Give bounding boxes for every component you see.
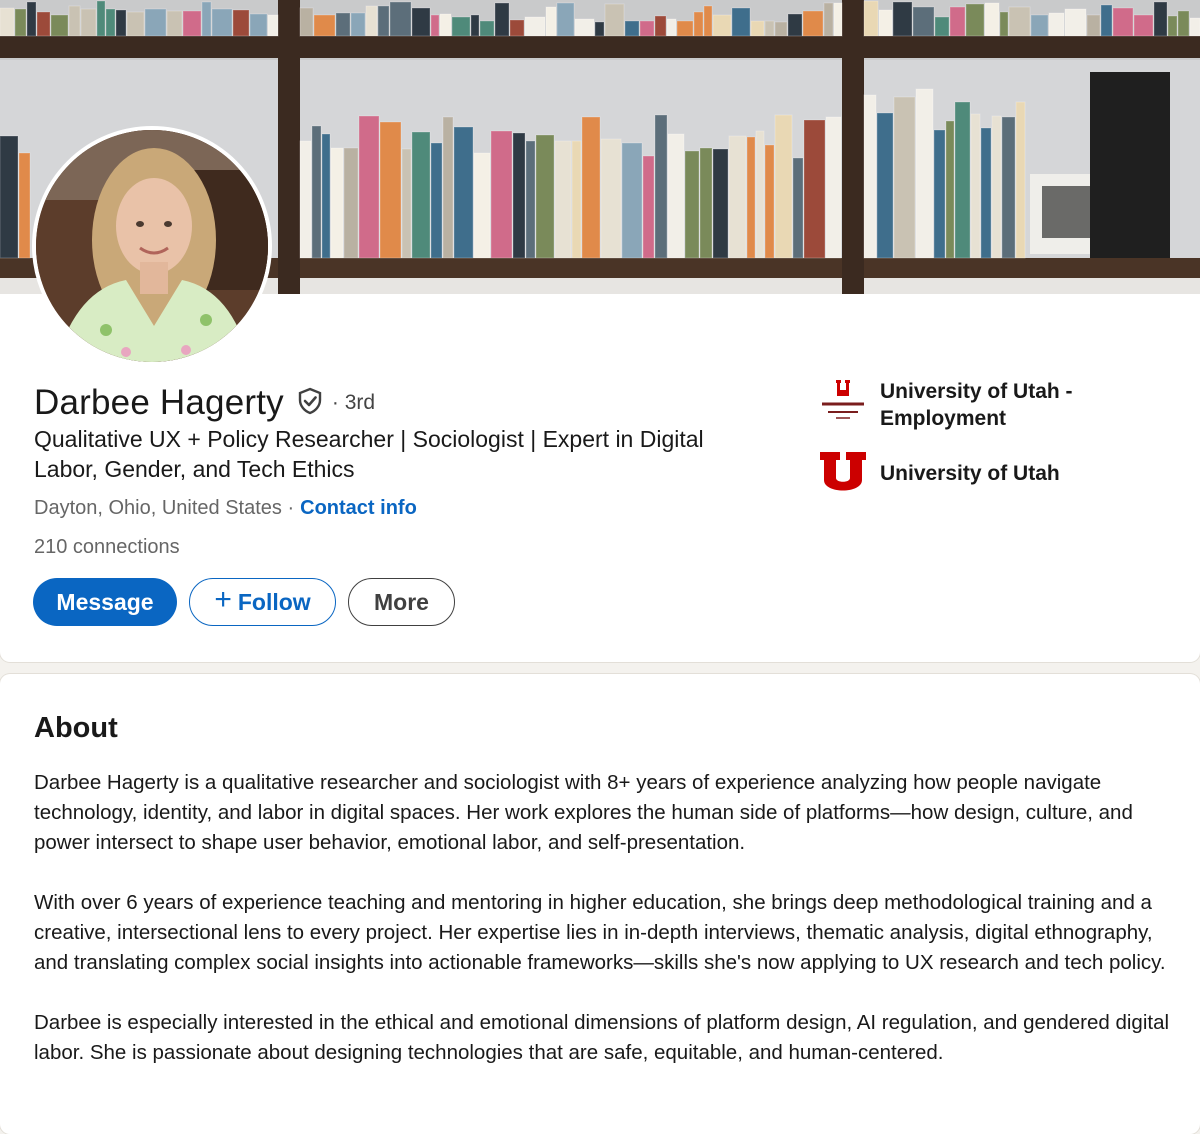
about-paragraph: Darbee Hagerty is a qualitative research… [34, 771, 1133, 854]
contact-info-link[interactable]: Contact info [300, 497, 417, 520]
profile-headline: Qualitative UX + Policy Researcher | Soc… [34, 426, 704, 482]
about-paragraph: Darbee is especially interested in the e… [34, 1011, 1170, 1064]
profile-name: Darbee Hagerty [34, 383, 284, 422]
message-button[interactable]: Message [33, 578, 177, 626]
profile-actions: Message + Follow More [33, 578, 455, 626]
org-name: University of Utah [880, 461, 1060, 485]
about-section: About Darbee Hagerty is a qualitative re… [0, 674, 1200, 1134]
org-item-utah[interactable]: University of Utah [818, 448, 1148, 498]
about-text: Darbee Hagerty is a qualitative research… [34, 768, 1174, 1098]
follow-label: Follow [237, 588, 311, 615]
profile-location: Dayton, Ohio, United States · [34, 497, 295, 519]
university-of-utah-u-logo [818, 448, 868, 498]
org-name: University of Utah - Employment [880, 380, 1073, 430]
plus-icon: + [214, 583, 232, 616]
connections-count[interactable]: 210 connections [34, 536, 180, 559]
about-paragraph: With over 6 years of experience teaching… [34, 891, 1166, 974]
connection-degree: · 3rd [331, 391, 376, 414]
org-item-utah-employment[interactable]: University of Utah - Employment [818, 376, 1148, 432]
profile-photo[interactable] [32, 126, 272, 366]
verified-shield-icon[interactable] [296, 387, 324, 415]
more-button[interactable]: More [348, 578, 455, 626]
about-heading: About [34, 712, 118, 744]
follow-button[interactable]: + Follow [189, 578, 336, 626]
name-row: Darbee Hagerty · 3rd [34, 380, 375, 426]
location-row: Dayton, Ohio, United States · Contact in… [34, 497, 417, 520]
organizations-list: University of Utah - Employment Universi… [818, 376, 1148, 514]
profile-top-card: Darbee Hagerty · 3rd Qualitative UX + Po… [0, 0, 1200, 662]
university-of-utah-wordmark-logo [818, 376, 868, 426]
